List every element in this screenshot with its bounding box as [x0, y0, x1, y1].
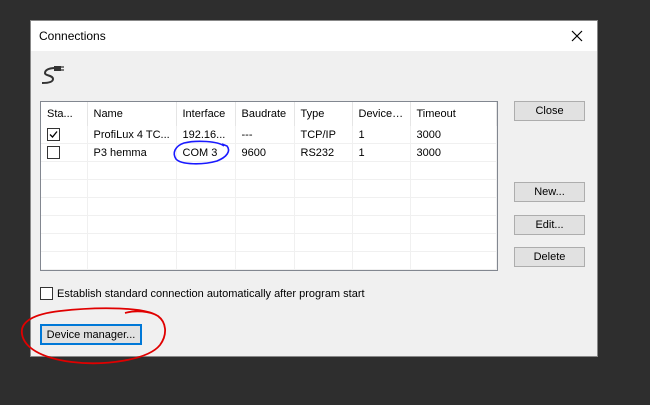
table-row — [41, 161, 497, 180]
table-row[interactable]: P3 hemma COM 3 9600 RS232 1 3000 — [41, 143, 497, 162]
connections-table[interactable]: Sta... Name Interface Baudrate Type Devi… — [40, 101, 498, 271]
table-row — [41, 215, 497, 234]
cell-timeout: 3000 — [410, 126, 497, 144]
dialog-title: Connections — [39, 29, 106, 43]
cell-type: RS232 — [294, 143, 353, 162]
table-row — [41, 269, 497, 270]
cell-interface: COM 3 — [176, 143, 236, 162]
cell-device: 1 — [352, 126, 411, 144]
table-row — [41, 251, 497, 270]
column-header-device[interactable]: Device ... — [352, 102, 411, 126]
auto-connect-label[interactable]: Establish standard connection automatica… — [57, 288, 365, 300]
title-bar: Connections — [31, 21, 597, 51]
cell-type: TCP/IP — [294, 126, 353, 144]
cell-baudrate: 9600 — [235, 143, 295, 162]
row-checkbox[interactable] — [47, 128, 60, 141]
column-header-type[interactable]: Type — [294, 102, 353, 126]
new-button[interactable]: New... — [514, 182, 585, 202]
table-row — [41, 197, 497, 216]
plug-icon — [41, 66, 64, 84]
column-header-baudrate[interactable]: Baudrate — [235, 102, 295, 126]
close-icon[interactable] — [557, 21, 597, 51]
table-row — [41, 179, 497, 198]
table-row[interactable]: ProfiLux 4 TC... 192.16... --- TCP/IP 1 … — [41, 126, 497, 144]
cell-timeout: 3000 — [410, 143, 497, 162]
device-manager-button[interactable]: Device manager... — [40, 324, 142, 345]
column-header-interface[interactable]: Interface — [176, 102, 236, 126]
column-header-timeout[interactable]: Timeout — [410, 102, 497, 126]
column-header-name[interactable]: Name — [87, 102, 177, 126]
close-button[interactable]: Close — [514, 101, 585, 121]
row-checkbox-cell — [41, 126, 88, 144]
cell-name: ProfiLux 4 TC... — [87, 126, 177, 144]
auto-connect-option: Establish standard connection automatica… — [40, 287, 365, 300]
row-checkbox[interactable] — [47, 146, 60, 159]
cell-device: 1 — [352, 143, 411, 162]
table-header: Sta... Name Interface Baudrate Type Devi… — [41, 102, 497, 126]
connections-dialog: Connections Sta... Name Interface Baudra… — [30, 20, 598, 357]
row-checkbox-cell — [41, 143, 88, 162]
cell-name: P3 hemma — [87, 143, 177, 162]
auto-connect-checkbox[interactable] — [40, 287, 53, 300]
cell-baudrate: --- — [235, 126, 295, 144]
delete-button[interactable]: Delete — [514, 247, 585, 267]
column-header-status[interactable]: Sta... — [41, 102, 88, 126]
edit-button[interactable]: Edit... — [514, 215, 585, 235]
cell-interface: 192.16... — [176, 126, 236, 144]
table-row — [41, 233, 497, 252]
